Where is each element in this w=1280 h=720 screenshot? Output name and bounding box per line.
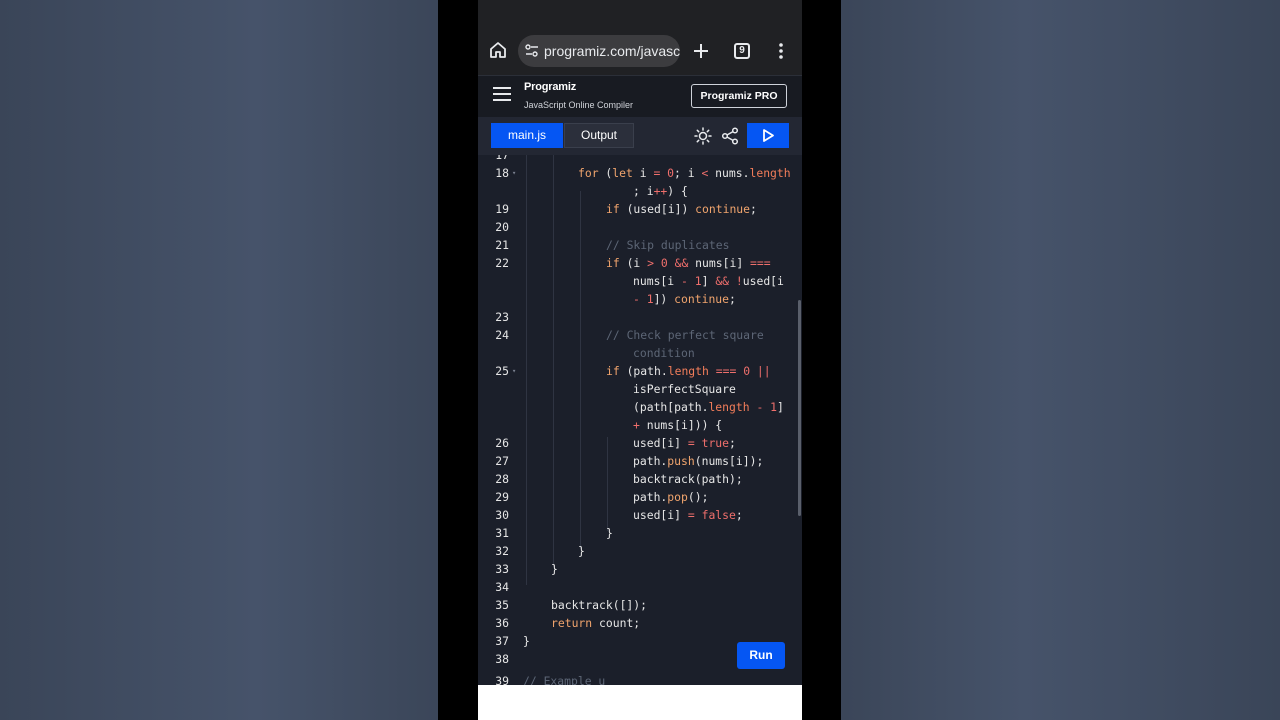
code-line-wrap: ; i++) {: [633, 184, 688, 198]
line-number: 21: [495, 238, 509, 252]
line-number: 23: [495, 310, 509, 324]
editor-toolbar: main.js Output: [478, 117, 802, 156]
plus-icon[interactable]: [690, 40, 712, 62]
code-line: path.pop();: [633, 490, 709, 504]
fold-arrow-icon[interactable]: ▾: [512, 169, 516, 177]
share-icon[interactable]: [721, 127, 739, 145]
indent-guide: [580, 191, 581, 549]
code-line: }: [606, 526, 613, 540]
code-comment: // Check perfect square: [606, 328, 764, 342]
bottom-panel: [478, 685, 802, 720]
url-bar[interactable]: programiz.com/javasc: [518, 35, 680, 67]
line-number: 26: [495, 436, 509, 450]
code-line: return count;: [551, 616, 641, 630]
code-line: }: [578, 544, 585, 558]
programiz-logo[interactable]: Programiz: [524, 81, 576, 93]
app-header: Programiz JavaScript Online Compiler Pro…: [478, 75, 802, 118]
code-comment: // Skip duplicates: [606, 238, 730, 252]
line-number: 29: [495, 490, 509, 504]
run-play-button[interactable]: [747, 123, 789, 148]
app-subtitle: JavaScript Online Compiler: [524, 100, 634, 110]
line-number: 35: [495, 598, 509, 612]
code-line: path.push(nums[i]);: [633, 454, 764, 468]
line-number: 30: [495, 508, 509, 522]
line-number: 39: [495, 674, 509, 685]
fold-arrow-icon[interactable]: ▾: [512, 367, 516, 375]
phone-screen: programiz.com/javasc 9 Programiz JavaScr…: [478, 0, 802, 720]
indent-guide: [526, 155, 527, 585]
menu-icon[interactable]: [493, 87, 511, 101]
line-number: 24: [495, 328, 509, 342]
line-number: 17: [495, 155, 509, 162]
line-number: 34: [495, 580, 509, 594]
code-line: if (used[i]) continue;: [606, 202, 757, 216]
editor-scrollbar[interactable]: [798, 300, 801, 516]
line-number: 27: [495, 454, 509, 468]
line-number: 28: [495, 472, 509, 486]
tab-output[interactable]: Output: [564, 123, 634, 148]
play-icon: [763, 129, 774, 142]
indent-guide: [607, 437, 608, 531]
home-icon[interactable]: [488, 40, 508, 60]
code-comment: // Example u: [523, 674, 606, 685]
line-number: 33: [495, 562, 509, 576]
code-line: }: [551, 562, 558, 576]
code-comment-wrap: condition: [633, 346, 695, 360]
code-line-wrap: + nums[i])) {: [633, 418, 723, 432]
line-number: 32: [495, 544, 509, 558]
code-line-wrap: (path[path.length - 1]: [633, 400, 784, 414]
code-line: for (let i = 0; i < nums.length: [578, 166, 791, 180]
code-line: used[i] = false;: [633, 508, 743, 522]
line-number: 31: [495, 526, 509, 540]
sun-icon[interactable]: [694, 127, 712, 145]
line-number: 20: [495, 220, 509, 234]
code-line-wrap: nums[i - 1] && !used[i: [633, 274, 784, 288]
line-number: 25: [495, 364, 509, 378]
code-line: used[i] = true;: [633, 436, 736, 450]
run-button[interactable]: Run: [737, 642, 785, 669]
more-vert-icon[interactable]: [774, 41, 788, 61]
line-number: 18: [495, 166, 509, 180]
tune-icon[interactable]: [524, 43, 540, 59]
code-line: backtrack([]);: [551, 598, 648, 612]
line-number: 37: [495, 634, 509, 648]
line-number: 19: [495, 202, 509, 216]
tabs-icon[interactable]: 9: [734, 43, 750, 59]
code-editor[interactable]: 17 18 ▾ for (let i = 0; i < nums.length …: [478, 155, 802, 685]
code-line: if (path.length === 0 ||: [606, 364, 771, 378]
line-number: 36: [495, 616, 509, 630]
code-line: backtrack(path);: [633, 472, 743, 486]
indent-guide: [553, 155, 554, 567]
tab-main-js[interactable]: main.js: [491, 123, 563, 148]
line-number: 22: [495, 256, 509, 270]
code-line: }: [523, 634, 530, 648]
code-line-wrap: isPerfectSquare: [633, 382, 736, 396]
line-number: 38: [495, 652, 509, 666]
code-line: if (i > 0 && nums[i] ===: [606, 256, 771, 270]
programiz-pro-button[interactable]: Programiz PRO: [691, 84, 787, 108]
code-line-wrap: - 1]) continue;: [633, 292, 736, 306]
url-text[interactable]: programiz.com/javasc: [544, 43, 680, 59]
browser-toolbar: programiz.com/javasc 9: [478, 0, 802, 74]
